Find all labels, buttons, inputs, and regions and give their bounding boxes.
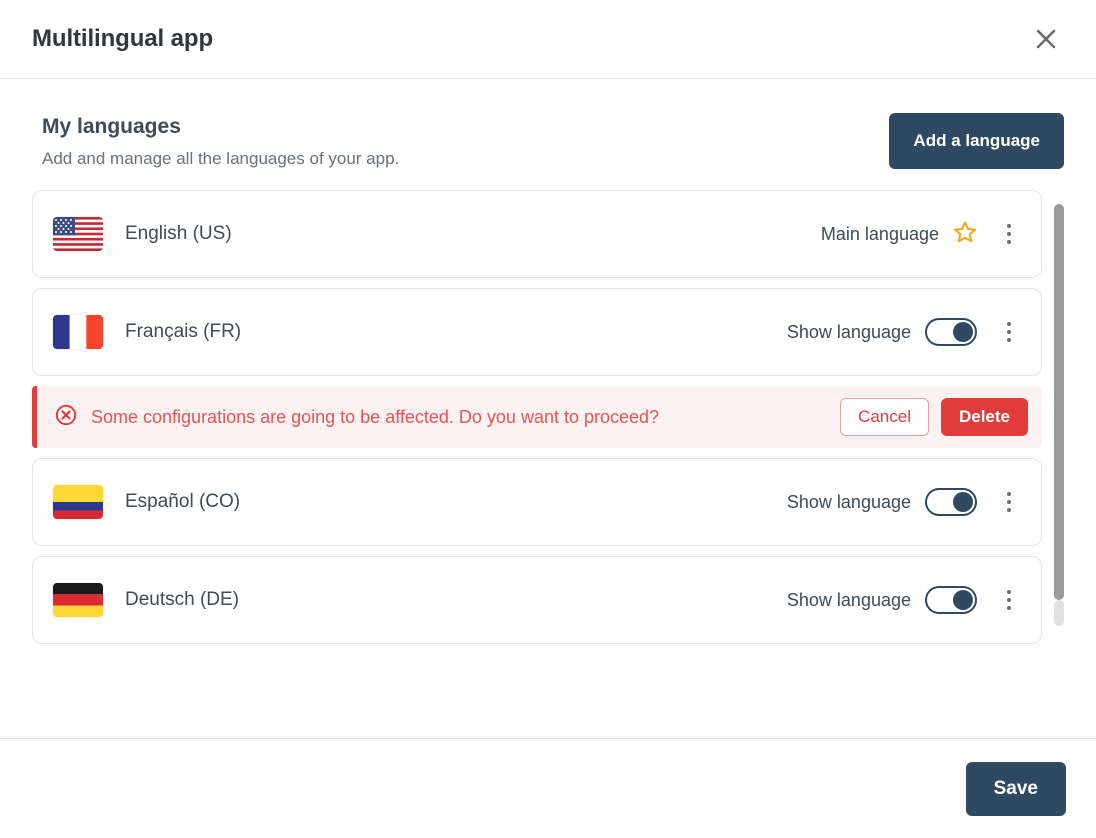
error-circle-x-icon — [55, 404, 77, 431]
language-status-label: Show language — [786, 491, 911, 512]
multilingual-app-modal: Multilingual app My languages Add and ma… — [0, 0, 1096, 838]
language-name: Français (FR) — [125, 321, 242, 342]
flag-de-icon — [53, 583, 103, 617]
toggle-knob — [953, 492, 973, 512]
delete-confirmation-alert: Some configurations are going to be affe… — [32, 386, 1042, 448]
language-list: English (US) Main language Français (FR)… — [32, 190, 1064, 644]
list-item[interactable]: Español (CO) Show language — [32, 458, 1042, 546]
modal-body: My languages Add and manage all the lang… — [0, 79, 1096, 738]
list-item[interactable]: Français (FR) Show language — [32, 288, 1042, 376]
delete-button[interactable]: Delete — [940, 398, 1028, 436]
row-menu-button[interactable] — [995, 216, 1023, 252]
kebab-dot — [1007, 240, 1011, 244]
row-menu-button[interactable] — [995, 582, 1023, 618]
kebab-dot — [1007, 330, 1011, 334]
language-info: Deutsch (DE) — [53, 583, 787, 617]
kebab-dot — [1007, 590, 1011, 594]
flag-us-icon — [53, 217, 103, 251]
close-icon — [1033, 26, 1059, 52]
language-name: Español (CO) — [125, 491, 241, 512]
modal-header: Multilingual app — [0, 0, 1096, 79]
toggle-knob — [953, 322, 973, 342]
show-language-toggle[interactable] — [925, 488, 977, 516]
language-info: Français (FR) — [53, 315, 787, 349]
row-menu-button[interactable] — [995, 314, 1023, 350]
language-controls: Main language — [821, 216, 1023, 252]
flag-co-icon — [53, 485, 103, 519]
page-title: Multilingual app — [32, 25, 214, 52]
kebab-dot — [1007, 508, 1011, 512]
cancel-button[interactable]: Cancel — [840, 398, 929, 436]
language-status-label: Main language — [820, 223, 939, 244]
show-language-toggle[interactable] — [925, 586, 977, 614]
add-language-button[interactable]: Add a language — [889, 113, 1064, 169]
kebab-dot — [1007, 322, 1011, 326]
scrollbar-track-remainder — [1054, 600, 1064, 626]
language-status-label: Show language — [786, 321, 911, 342]
list-item[interactable]: English (US) Main language — [32, 190, 1042, 278]
language-name: Deutsch (DE) — [125, 589, 240, 610]
kebab-dot — [1007, 232, 1011, 236]
star-icon[interactable] — [953, 220, 977, 249]
modal-footer: Save — [0, 738, 1096, 838]
language-info: English (US) — [53, 217, 821, 251]
language-list-scroll-area: English (US) Main language Français (FR)… — [32, 190, 1064, 645]
show-language-toggle[interactable] — [925, 318, 977, 346]
kebab-dot — [1007, 500, 1011, 504]
language-controls: Show language — [787, 484, 1023, 520]
alert-message: Some configurations are going to be affe… — [91, 406, 660, 427]
kebab-dot — [1007, 598, 1011, 602]
language-controls: Show language — [787, 582, 1023, 618]
kebab-dot — [1007, 338, 1011, 342]
section-header: My languages Add and manage all the lang… — [32, 113, 1064, 169]
section-header-text: My languages Add and manage all the lang… — [32, 115, 399, 169]
save-button[interactable]: Save — [965, 761, 1066, 816]
toggle-knob — [953, 590, 973, 610]
kebab-dot — [1007, 224, 1011, 228]
language-controls: Show language — [787, 314, 1023, 350]
scrollbar-thumb[interactable] — [1054, 204, 1064, 600]
language-info: Español (CO) — [53, 485, 787, 519]
kebab-dot — [1007, 606, 1011, 610]
section-subtitle: Add and manage all the languages of your… — [42, 149, 400, 168]
section-title: My languages — [42, 115, 181, 138]
kebab-dot — [1007, 492, 1011, 496]
list-item[interactable]: Deutsch (DE) Show language — [32, 556, 1042, 644]
list-scrollbar[interactable] — [1054, 190, 1064, 645]
alert-actions: Cancel Delete — [840, 398, 1028, 436]
flag-fr-icon — [53, 315, 103, 349]
language-status-label: Show language — [786, 589, 911, 610]
language-name: English (US) — [125, 223, 232, 244]
close-button[interactable] — [1024, 17, 1068, 61]
row-menu-button[interactable] — [995, 484, 1023, 520]
